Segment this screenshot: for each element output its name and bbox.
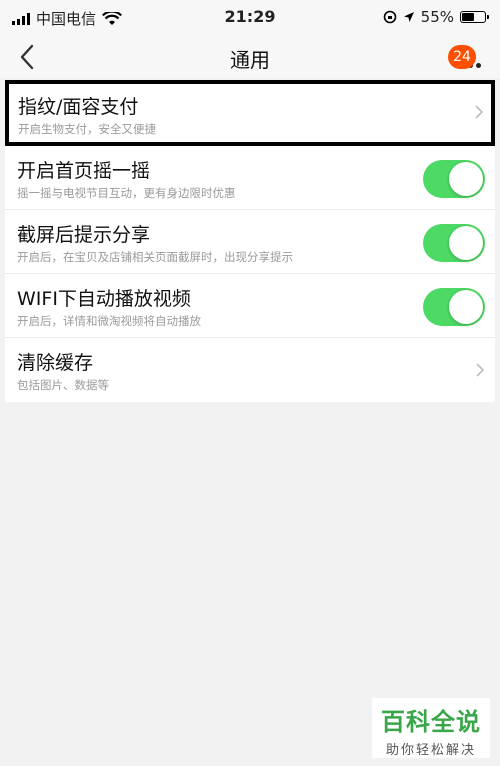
- toggle-knob: [449, 290, 483, 324]
- settings-item-wifi-autoplay: WIFI下自动播放视频 开启后，详情和微淘视频将自动播放: [5, 274, 495, 338]
- notification-badge: 24: [448, 45, 476, 69]
- watermark-logo: 百科全说 助你轻松解决: [372, 698, 490, 758]
- screenshot-share-toggle[interactable]: [423, 224, 485, 262]
- location-icon: [403, 11, 414, 22]
- settings-item-title: 开启首页摇一摇: [17, 160, 151, 182]
- watermark-sub: 助你轻松解决: [385, 743, 476, 758]
- settings-item-subtitle: 摇一摇与电视节目互动，更有身边限时优惠: [17, 186, 236, 200]
- more-button[interactable]: 24: [448, 45, 484, 69]
- settings-item-subtitle: 包括图片、数据等: [17, 378, 109, 392]
- settings-item-title: WIFI下自动播放视频: [17, 288, 191, 310]
- battery-fill: [462, 13, 474, 21]
- wifi-autoplay-toggle[interactable]: [423, 288, 485, 326]
- chevron-right-icon: [476, 363, 485, 377]
- toggle-knob: [449, 162, 483, 196]
- status-right: 55%: [383, 8, 489, 26]
- settings-item-title: 截屏后提示分享: [17, 224, 151, 246]
- settings-item-biometric-payment[interactable]: 指纹/面容支付 开启生物支付，安全又便捷: [5, 80, 495, 146]
- settings-item-title: 清除缓存: [17, 352, 94, 374]
- settings-item-subtitle: 开启后，在宝贝及店铺相关页面截屏时，出现分享提示: [17, 250, 293, 264]
- orientation-lock-icon: [383, 10, 396, 24]
- settings-item-subtitle: 开启后，详情和微淘视频将自动播放: [17, 314, 201, 328]
- toggle-knob: [449, 226, 483, 260]
- settings-item-shake: 开启首页摇一摇 摇一摇与电视节目互动，更有身边限时优惠: [5, 146, 495, 210]
- page-title: 通用: [230, 48, 270, 72]
- nav-bar: 通用 24: [0, 36, 500, 78]
- settings-list: 指纹/面容支付 开启生物支付，安全又便捷 开启首页摇一摇 摇一摇与电视节目互动，…: [5, 80, 495, 402]
- battery-icon: [460, 11, 489, 23]
- settings-item-title: 指纹/面容支付: [18, 96, 139, 118]
- battery-percent: 55%: [420, 8, 454, 26]
- shake-toggle[interactable]: [423, 160, 485, 198]
- status-bar: 中国电信 21:29 55%: [0, 0, 500, 36]
- chevron-right-icon: [475, 105, 484, 119]
- watermark-main: 百科全说: [381, 708, 481, 736]
- settings-item-subtitle: 开启生物支付，安全又便捷: [18, 122, 156, 136]
- settings-item-clear-cache[interactable]: 清除缓存 包括图片、数据等: [5, 338, 495, 402]
- settings-item-screenshot-share: 截屏后提示分享 开启后，在宝贝及店铺相关页面截屏时，出现分享提示: [5, 210, 495, 274]
